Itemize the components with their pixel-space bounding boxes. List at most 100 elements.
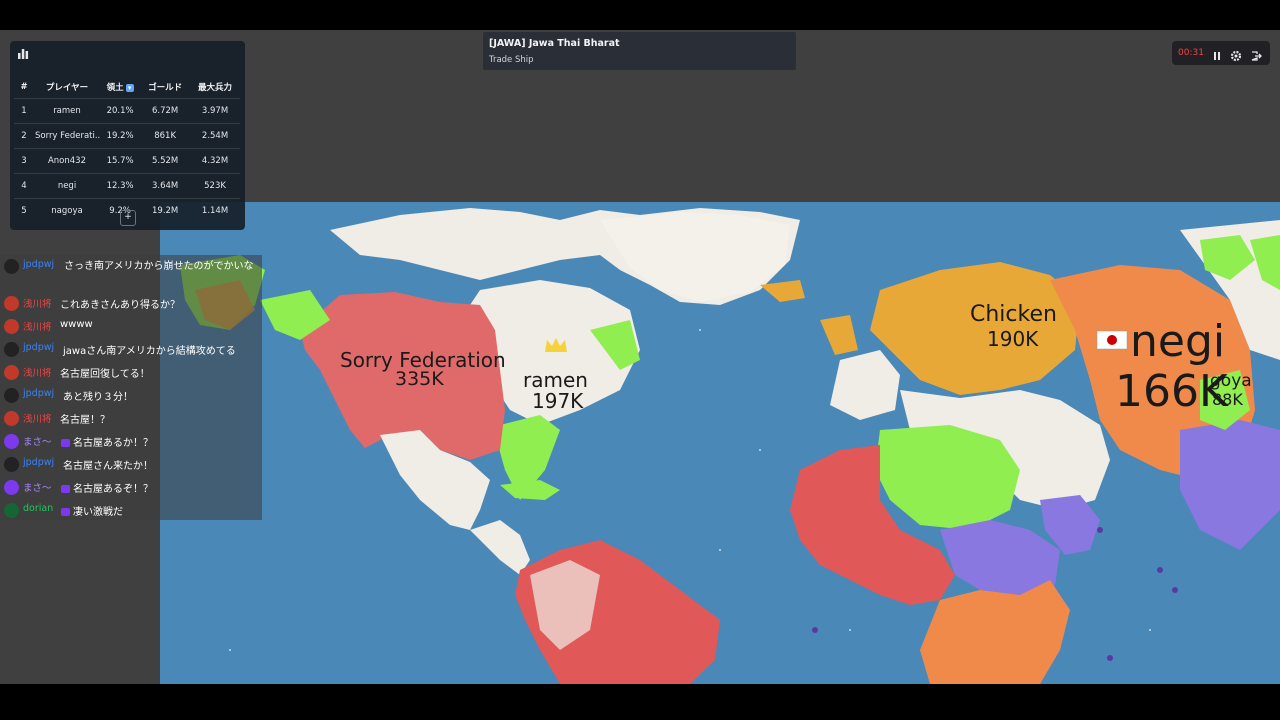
avatar [4,503,19,518]
bar-chart-icon[interactable] [17,48,29,60]
label-nagoya-troops: 88K [1212,390,1243,409]
leaderboard-row[interactable]: 2 Sorry Federati... 19.2% 861K 2.54M [14,123,240,149]
label-chicken-name: Chicken [970,302,1057,327]
label-ramen-troops: 197K [532,389,584,413]
chat-text: 名古屋あるか！？ [58,434,153,449]
crown-icon [543,336,569,354]
chat-text: 名古屋さん来たか！ [63,461,153,472]
avatar [4,388,19,403]
chat-username: dorian [23,503,54,514]
header-player[interactable]: プレイヤー [34,76,100,99]
header-max-troops[interactable]: 最大兵力 [190,76,240,99]
event-subtitle: Trade Ship [489,55,534,65]
chat-message: jpdpwj jawaさん南アメリカから結構攻めてる [4,341,260,359]
territory: 20.1% [100,98,141,124]
avatar [4,434,19,449]
player-name: Anon432 [34,148,100,174]
leaderboard-panel: # プレイヤー 領土 ▾ ゴールド 最大兵力 1 ramen 20.1% 6.72… [10,41,245,230]
letterbox-top [0,0,1280,30]
rank: 5 [14,198,34,223]
chat-text: さっき南アメリカから崩せたのがでかいな [64,261,254,272]
chat-message: まさ〜 名古屋あるぞ！？ [4,479,260,497]
pause-icon[interactable] [1211,47,1223,60]
player-name: Sorry Federati... [34,123,100,149]
chat-message: 浅川将 名古屋！？ [4,410,260,428]
gold: 861K [140,123,191,149]
gold: 6.72M [140,98,191,124]
leaderboard-header-row: # プレイヤー 領土 ▾ ゴールド 最大兵力 [14,76,240,99]
territory: 12.3% [100,173,141,199]
event-title: [JAWA] Jawa Thai Bharat [489,38,620,49]
letterbox-bottom [0,684,1280,720]
avatar [4,457,19,472]
avatar [4,296,19,311]
chat-message: jpdpwj あと残り３分！ [4,387,260,405]
header-rank: # [20,82,28,92]
label-ramen-name: ramen [523,368,588,392]
leaderboard-row[interactable]: 1 ramen 20.1% 6.72M 3.97M [14,98,240,124]
chat-message: 浅川将 名古屋回復してる！ [4,364,260,382]
chat-username: jpdpwj [23,388,55,399]
chat-username: jpdpwj [23,259,55,270]
chat-text: 凄い激戦だ [58,503,123,518]
gold: 3.64M [140,173,191,199]
header-gold[interactable]: ゴールド [140,76,190,99]
troops: 2.54M [190,123,240,149]
chat-username: 浅川将 [23,299,52,310]
chat-text: 名古屋あるぞ！？ [58,480,153,495]
chat-message: まさ〜 名古屋あるか！？ [4,433,260,451]
chat-message: jpdpwj 名古屋さん来たか！ [4,456,260,474]
chat-username: jpdpwj [23,342,55,353]
exit-icon[interactable] [1250,47,1262,61]
label-sorry-federation-name: Sorry Federation [340,348,506,372]
rank: 2 [14,123,34,149]
chat-text: wwww [60,319,93,330]
game-timer: 00:31 [1178,48,1204,58]
chat-username: jpdpwj [23,457,55,468]
rank: 3 [14,148,34,174]
label-nagoya-name: goya [1210,371,1252,391]
chat-username: 浅川将 [23,414,52,425]
chat-text: あと残り３分！ [63,392,133,403]
chat-message: 浅川将 これあきさんあり得るか？ [4,295,260,313]
chat-text: 名古屋！？ [60,415,110,426]
gear-icon[interactable] [1230,47,1242,62]
player-name: nagoya [34,198,100,223]
leaderboard-table: # プレイヤー 領土 ▾ ゴールド 最大兵力 1 ramen 20.1% 6.72… [14,76,240,223]
troops: 4.32M [190,148,240,174]
leaderboard-row[interactable]: 4 negi 12.3% 3.64M 523K [14,173,240,199]
troops: 523K [190,173,240,199]
avatar [4,259,19,274]
territory: 19.2% [100,123,141,149]
label-chicken-troops: 190K [987,327,1039,351]
rank: 1 [14,98,34,124]
sort-down-icon: ▾ [125,83,134,92]
chat-message: 浅川将 wwww [4,318,260,336]
troops: 3.97M [190,98,240,124]
leaderboard-row[interactable]: 3 Anon432 15.7% 5.52M 4.32M [14,148,240,174]
chat-text: jawaさん南アメリカから結構攻めてる [63,346,236,357]
label-negi-name: negi [1130,316,1226,367]
chat-panel: jpdpwj さっき南アメリカから崩せたのがでかいな 浅川将 これあきさんあり得… [0,255,262,520]
territory: 15.7% [100,148,141,174]
subscriber-badge-icon [61,508,70,516]
chat-username: まさ〜 [23,483,52,494]
player-name: negi [34,173,100,199]
avatar [4,319,19,334]
game-controls: 00:31 [1172,41,1270,65]
chat-username: まさ〜 [23,437,52,448]
avatar [4,365,19,380]
event-notification[interactable]: [JAWA] Jawa Thai Bharat Trade Ship [483,32,796,70]
troops: 1.14M [190,198,240,223]
gold: 5.52M [140,148,191,174]
expand-leaderboard-button[interactable]: + [120,210,136,226]
avatar [4,342,19,357]
gold: 19.2M [140,198,191,223]
chat-message: jpdpwj さっき南アメリカから崩せたのがでかいな [4,258,260,290]
game-stage: Sorry Federation 335K ramen 197K Chicken… [0,30,1280,684]
header-territory[interactable]: 領土 ▾ [100,76,140,99]
chat-username: 浅川将 [23,322,52,333]
avatar [4,480,19,495]
rank: 4 [14,173,34,199]
player-name: ramen [34,98,100,124]
